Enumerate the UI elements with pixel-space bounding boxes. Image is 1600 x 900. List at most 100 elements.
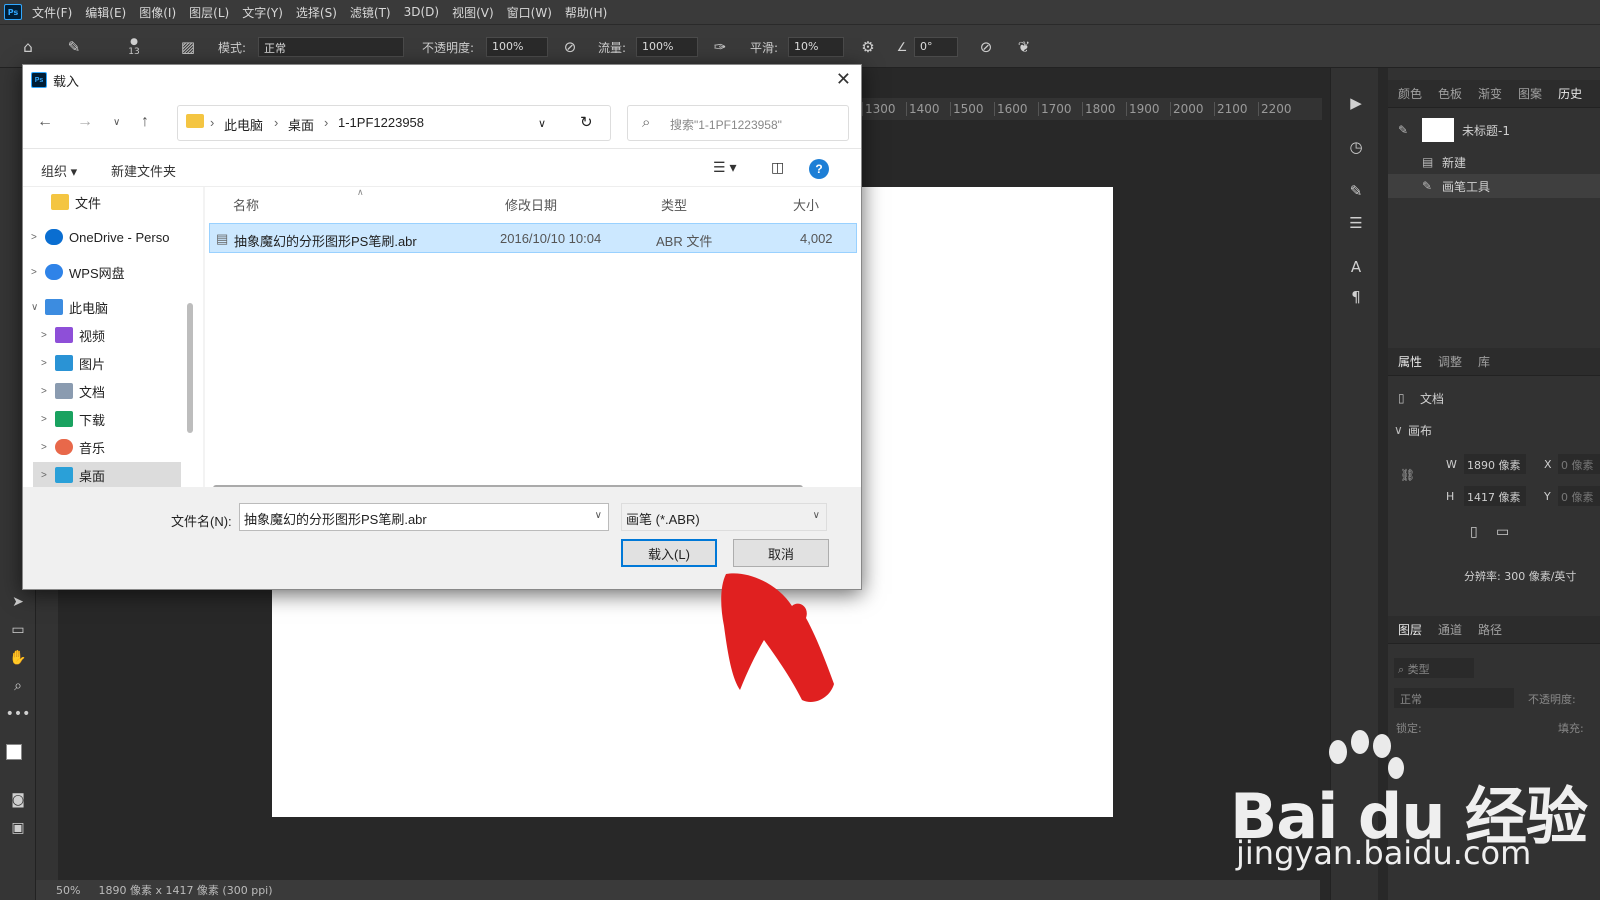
pressure-size-icon[interactable]: ⊘ bbox=[976, 37, 996, 57]
hand-tool-icon[interactable]: ✋ bbox=[8, 648, 28, 668]
tree-item-desktop[interactable]: > 桌面 bbox=[33, 462, 181, 488]
column-name[interactable]: 名称 bbox=[233, 195, 259, 214]
actions-play-icon[interactable]: ▶ bbox=[1345, 92, 1367, 114]
symmetry-icon[interactable]: ❦ bbox=[1014, 37, 1034, 57]
tree-item-files[interactable]: 文件 bbox=[37, 189, 187, 215]
mode-select[interactable]: 正常 bbox=[258, 37, 404, 57]
view-options-icon[interactable]: ☰ ▾ bbox=[713, 159, 736, 176]
menu-3d[interactable]: 3D(D) bbox=[404, 5, 439, 19]
filetype-select[interactable]: 画笔 (*.ABR) ∨ bbox=[621, 503, 827, 531]
move-tool-icon[interactable]: ➤ bbox=[8, 592, 28, 612]
column-size[interactable]: 大小 bbox=[793, 195, 819, 214]
more-tools-icon[interactable]: ••• bbox=[6, 704, 31, 724]
smooth-field[interactable]: 10% bbox=[788, 37, 844, 57]
menu-layer[interactable]: 图层(L) bbox=[189, 4, 229, 21]
help-icon[interactable]: ? bbox=[809, 159, 829, 179]
brush-tool-icon[interactable]: ✎ bbox=[64, 37, 84, 57]
flow-field[interactable]: 100% bbox=[636, 37, 698, 57]
tab-channels[interactable]: 通道 bbox=[1438, 621, 1462, 638]
layer-filter-select[interactable]: ⌕ 类型 bbox=[1394, 658, 1474, 678]
width-field[interactable]: 1890 像素 bbox=[1464, 454, 1526, 474]
breadcrumb-folder[interactable]: 1-1PF1223958 bbox=[338, 115, 424, 130]
menu-filter[interactable]: 滤镜(T) bbox=[350, 4, 391, 21]
tree-item-pictures[interactable]: > 图片 bbox=[41, 350, 181, 376]
tree-item-this-pc[interactable]: ∨ 此电脑 bbox=[31, 294, 181, 320]
tab-libraries[interactable]: 库 bbox=[1478, 353, 1490, 370]
tab-history[interactable]: 历史 bbox=[1558, 85, 1582, 102]
history-snapshot[interactable]: ✎ 未标题-1 bbox=[1388, 118, 1600, 142]
menu-edit[interactable]: 编辑(E) bbox=[85, 4, 126, 21]
tab-paths[interactable]: 路径 bbox=[1478, 621, 1502, 638]
tab-adjustments[interactable]: 调整 bbox=[1438, 353, 1462, 370]
pressure-opacity-icon[interactable]: ⊘ bbox=[560, 37, 580, 57]
tree-item-videos[interactable]: > 视频 bbox=[41, 322, 181, 348]
up-arrow-icon[interactable]: ↑ bbox=[141, 113, 149, 131]
recent-locations-icon[interactable]: ∨ bbox=[113, 117, 120, 128]
history-item-brush[interactable]: ✎ 画笔工具 bbox=[1388, 174, 1600, 198]
tree-item-wps[interactable]: > WPS网盘 bbox=[31, 259, 181, 285]
home-icon[interactable]: ⌂ bbox=[18, 37, 38, 57]
adjustments-icon[interactable]: ☰ bbox=[1345, 212, 1367, 234]
tree-scrollbar[interactable] bbox=[187, 303, 193, 433]
height-field[interactable]: 1417 像素 bbox=[1464, 486, 1526, 506]
new-folder-button[interactable]: 新建文件夹 bbox=[111, 161, 176, 180]
cancel-button[interactable]: 取消 bbox=[733, 539, 829, 567]
zoom-level[interactable]: 50% bbox=[56, 884, 80, 897]
preview-pane-icon[interactable]: ◫ bbox=[771, 159, 784, 176]
quick-mask-icon[interactable]: ◙ bbox=[8, 790, 28, 810]
paragraph-icon[interactable]: ¶ bbox=[1345, 286, 1367, 308]
breadcrumb-this-pc[interactable]: 此电脑 bbox=[224, 115, 263, 134]
tab-gradients[interactable]: 渐变 bbox=[1478, 85, 1502, 102]
tree-item-downloads[interactable]: > 下载 bbox=[41, 406, 181, 432]
menu-select[interactable]: 选择(S) bbox=[296, 4, 337, 21]
tab-color[interactable]: 颜色 bbox=[1398, 85, 1422, 102]
address-bar[interactable]: › 此电脑 › 桌面 › 1-1PF1223958 ∨ ↻ bbox=[177, 105, 611, 141]
tab-patterns[interactable]: 图案 bbox=[1518, 85, 1542, 102]
blend-mode-select[interactable]: 正常 bbox=[1394, 688, 1514, 708]
history-item-new[interactable]: ▤ 新建 bbox=[1388, 150, 1600, 174]
canvas-section[interactable]: ∨ 画布 bbox=[1388, 418, 1600, 442]
opacity-field[interactable]: 100% bbox=[486, 37, 548, 57]
link-icon[interactable]: ⛓ bbox=[1400, 468, 1415, 482]
brush-settings-panel-icon[interactable]: ✎ bbox=[1345, 180, 1367, 202]
portrait-orientation-icon[interactable]: ▯ bbox=[1470, 524, 1478, 540]
filename-input[interactable]: 抽象魔幻的分形图形PS笔刷.abr ∨ bbox=[239, 503, 609, 531]
chevron-down-icon[interactable]: ∨ bbox=[595, 510, 602, 521]
airbrush-icon[interactable]: ✑ bbox=[710, 37, 730, 57]
brush-preset-picker[interactable]: ● 13 bbox=[124, 37, 144, 57]
tab-properties[interactable]: 属性 bbox=[1398, 353, 1422, 370]
smoothing-settings-icon[interactable]: ⚙ bbox=[858, 37, 878, 57]
tree-item-onedrive[interactable]: > OneDrive - Perso bbox=[31, 224, 181, 250]
angle-field[interactable]: 0° bbox=[914, 37, 958, 57]
organize-button[interactable]: 组织 ▾ bbox=[41, 161, 77, 180]
refresh-icon[interactable]: ↻ bbox=[580, 113, 593, 131]
history-icon[interactable]: ◷ bbox=[1345, 136, 1367, 158]
rectangle-tool-icon[interactable]: ▭ bbox=[8, 620, 28, 640]
tab-swatches[interactable]: 色板 bbox=[1438, 85, 1462, 102]
menu-help[interactable]: 帮助(H) bbox=[565, 4, 607, 21]
back-arrow-icon[interactable]: ← bbox=[37, 113, 53, 131]
menu-view[interactable]: 视图(V) bbox=[452, 4, 494, 21]
column-date[interactable]: 修改日期 bbox=[505, 195, 557, 214]
column-type[interactable]: 类型 bbox=[661, 195, 687, 214]
forward-arrow-icon[interactable]: → bbox=[77, 113, 93, 131]
landscape-orientation-icon[interactable]: ▭ bbox=[1496, 524, 1509, 540]
y-field[interactable]: 0 像素 bbox=[1558, 486, 1600, 506]
search-input[interactable]: ⌕ 搜索"1-1PF1223958" bbox=[627, 105, 849, 141]
menu-image[interactable]: 图像(I) bbox=[139, 4, 176, 21]
screen-mode-icon[interactable]: ▣ bbox=[8, 818, 28, 838]
load-button[interactable]: 载入(L) bbox=[621, 539, 717, 567]
menu-file[interactable]: 文件(F) bbox=[32, 4, 72, 21]
tree-item-music[interactable]: > 音乐 bbox=[41, 434, 181, 460]
brush-settings-icon[interactable]: ▨ bbox=[178, 37, 198, 57]
menu-window[interactable]: 窗口(W) bbox=[507, 4, 552, 21]
breadcrumb-desktop[interactable]: 桌面 bbox=[288, 115, 314, 134]
menu-type[interactable]: 文字(Y) bbox=[242, 4, 283, 21]
close-icon[interactable]: ✕ bbox=[836, 69, 851, 90]
character-icon[interactable]: A bbox=[1345, 256, 1367, 278]
zoom-tool-icon[interactable]: ⌕ bbox=[8, 676, 28, 696]
file-row[interactable]: ▤ 抽象魔幻的分形图形PS笔刷.abr 2016/10/10 10:04 ABR… bbox=[209, 223, 857, 253]
x-field[interactable]: 0 像素 bbox=[1558, 454, 1600, 474]
chevron-down-icon[interactable]: ∨ bbox=[538, 117, 546, 130]
tree-item-documents[interactable]: > 文档 bbox=[41, 378, 181, 404]
